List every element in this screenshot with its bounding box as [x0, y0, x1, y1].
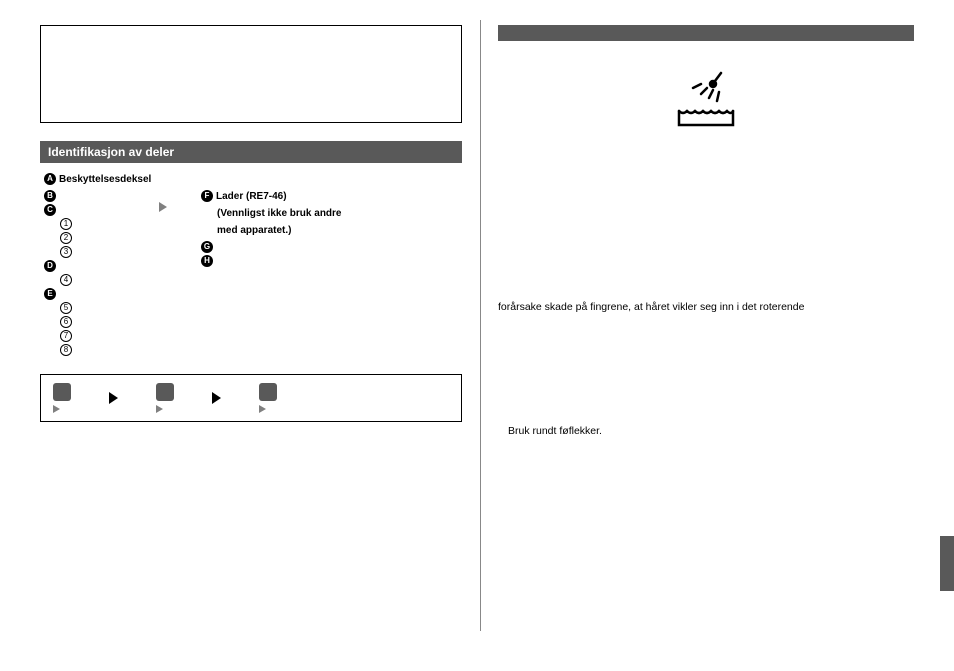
- arrow-right-icon: [259, 405, 266, 413]
- part-label: Beskyttelsesdeksel: [59, 171, 151, 188]
- badge-5: 5: [60, 302, 72, 314]
- badge-H: H: [201, 255, 213, 267]
- badge-6: 6: [60, 316, 72, 328]
- step-3: [259, 383, 277, 413]
- part-label: (Vennligst ikke bruk andre: [217, 205, 341, 222]
- badge-4: 4: [60, 274, 72, 286]
- arrow-right-icon: [53, 405, 60, 413]
- badge-2: 2: [60, 232, 72, 244]
- section-header: Identifikasjon av deler: [40, 141, 462, 163]
- chevron-right-icon: [109, 392, 118, 404]
- page-edge-tab: [940, 536, 954, 591]
- step-square-icon: [53, 383, 71, 401]
- paragraph-line: Bruk rundt føflekker.: [508, 424, 914, 440]
- body-text: forårsake skade på fingrene, at håret vi…: [498, 300, 914, 316]
- step-square-icon: [259, 383, 277, 401]
- chevron-right-icon: [212, 392, 221, 404]
- shower-illustration: [498, 71, 914, 140]
- badge-D: D: [44, 260, 56, 272]
- section-header: [498, 25, 914, 41]
- arrow-right-icon: [159, 202, 167, 212]
- part-label: med apparatet.): [217, 222, 291, 239]
- badge-F: F: [201, 190, 213, 202]
- badge-G: G: [201, 241, 213, 253]
- right-column: forårsake skade på fingrene, at håret vi…: [480, 0, 954, 671]
- arrow-right-icon: [156, 405, 163, 413]
- parts-list: ABeskyttelsesdeksel B C 1 2 3 D 4 E 5 6 …: [40, 163, 462, 364]
- manual-page: Identifikasjon av deler ABeskyttelsesdek…: [0, 0, 954, 671]
- badge-3: 3: [60, 246, 72, 258]
- badge-E: E: [44, 288, 56, 300]
- badge-1: 1: [60, 218, 72, 230]
- paragraph-line: forårsake skade på fingrene, at håret vi…: [498, 300, 914, 316]
- badge-A: A: [44, 173, 56, 185]
- badge-7: 7: [60, 330, 72, 342]
- part-label: Lader (RE7-46): [216, 188, 287, 205]
- badge-B: B: [44, 190, 56, 202]
- warning-box: [40, 25, 462, 123]
- badge-8: 8: [60, 344, 72, 356]
- step-1: [53, 383, 71, 413]
- parts-list-col1: ABeskyttelsesdeksel B C 1 2 3 D 4 E 5 6 …: [44, 171, 167, 356]
- parts-list-col2: FLader (RE7-46) (Vennligst ikke bruk and…: [201, 188, 341, 356]
- step-2: [156, 383, 174, 413]
- body-text: Bruk rundt føflekker.: [498, 424, 914, 440]
- left-column: Identifikasjon av deler ABeskyttelsesdek…: [0, 0, 480, 671]
- shower-icon: [671, 71, 741, 137]
- badge-C: C: [44, 204, 56, 216]
- steps-box: [40, 374, 462, 422]
- step-square-icon: [156, 383, 174, 401]
